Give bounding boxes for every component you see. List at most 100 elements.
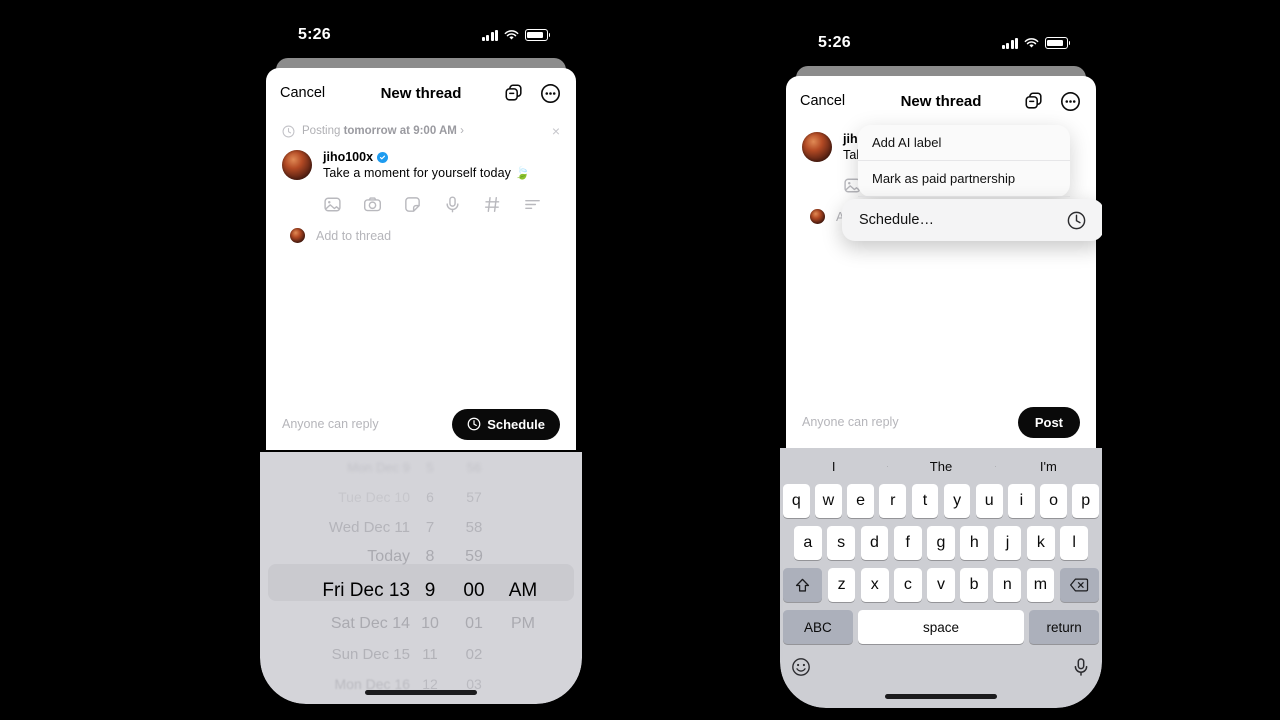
picker-hour: 11 <box>422 645 438 663</box>
hashtag-icon[interactable] <box>483 195 502 214</box>
picker-hour: 9 <box>424 579 436 601</box>
wifi-icon <box>504 29 519 39</box>
picker-date: Tue Dec 10 <box>338 489 410 505</box>
menu-item-schedule[interactable]: Schedule… <box>842 199 1102 241</box>
more-circle-icon[interactable] <box>538 81 562 105</box>
picker-row[interactable]: Tue Dec 17 1 04 <box>260 699 582 704</box>
key-x[interactable]: x <box>860 568 889 602</box>
return-key[interactable]: return <box>1029 610 1099 644</box>
menu-item-add-ai-label[interactable]: Add AI label <box>858 125 1070 161</box>
compose-username-row: jiho100x <box>323 150 560 164</box>
picker-row[interactable]: Sat Dec 14 10 01 PM <box>260 609 582 639</box>
stacked-cards-icon[interactable] <box>502 81 526 105</box>
status-indicators <box>1001 37 1071 49</box>
picker-row[interactable]: Mon Dec 9 5 56 <box>260 452 582 482</box>
key-f[interactable]: f <box>893 526 922 560</box>
key-n[interactable]: n <box>993 568 1022 602</box>
cancel-button[interactable]: Cancel <box>280 85 325 101</box>
phone-right-screen: 5:26 Cancel New thread Take Anyone can r… <box>780 20 1102 708</box>
shift-icon[interactable] <box>783 568 823 602</box>
picker-hour: 5 <box>426 459 434 475</box>
composer-rail <box>282 150 312 214</box>
keyboard-row-1: q w e r t y u i o p <box>780 484 1102 518</box>
key-w[interactable]: w <box>815 484 842 518</box>
abc-key[interactable]: ABC <box>783 610 853 644</box>
camera-icon[interactable] <box>363 195 382 214</box>
key-r[interactable]: r <box>879 484 907 518</box>
poll-icon[interactable] <box>523 195 542 214</box>
schedule-button-label: Schedule <box>487 416 545 432</box>
picker-rows: Mon Dec 9 5 56 Tue Dec 10 6 57 Wed Dec 1… <box>260 452 582 704</box>
backspace-icon[interactable] <box>1059 568 1099 602</box>
key-e[interactable]: e <box>847 484 874 518</box>
reply-audience-label[interactable]: Anyone can reply <box>282 417 379 431</box>
prediction-3[interactable]: I'm <box>994 459 1102 474</box>
key-u[interactable]: u <box>975 484 1003 518</box>
compose-text[interactable]: Take a moment for yourself today 🍃 <box>323 166 560 181</box>
key-z[interactable]: z <box>827 568 856 602</box>
sticker-icon[interactable] <box>403 195 422 214</box>
close-icon[interactable]: × <box>552 124 560 138</box>
scheduled-post-banner[interactable]: Posting tomorrow at 9:00 AM › × <box>266 118 576 144</box>
sheet-stack-right: Cancel New thread Take Anyone can reply … <box>780 66 1102 448</box>
clock-icon <box>467 417 481 431</box>
picker-row[interactable]: Tue Dec 10 6 57 <box>260 482 582 512</box>
space-key[interactable]: space <box>858 610 1024 644</box>
key-s[interactable]: s <box>827 526 856 560</box>
emoji-icon[interactable] <box>790 656 812 678</box>
picker-row[interactable]: Wed Dec 11 7 58 <box>260 512 582 542</box>
key-m[interactable]: m <box>1026 568 1055 602</box>
picker-row[interactable]: Today 8 59 <box>260 542 582 572</box>
reply-audience-label[interactable]: Anyone can reply <box>802 415 899 429</box>
banner-prefix: Posting <box>302 125 344 137</box>
key-g[interactable]: g <box>927 526 955 560</box>
menu-item-label: Schedule… <box>859 212 934 228</box>
banner-text: Posting tomorrow at 9:00 AM › <box>302 125 464 137</box>
picker-minute: 57 <box>466 489 482 505</box>
status-bar-right: 5:26 <box>780 20 1102 66</box>
more-circle-icon[interactable] <box>1058 89 1082 113</box>
status-indicators <box>481 29 551 41</box>
composer-rail <box>802 132 832 195</box>
key-v[interactable]: v <box>927 568 955 602</box>
key-d[interactable]: d <box>860 526 889 560</box>
username: jiho100x <box>323 150 374 164</box>
image-icon[interactable] <box>323 195 342 214</box>
post-button[interactable]: Post <box>1017 406 1080 438</box>
avatar <box>290 228 305 243</box>
key-l[interactable]: l <box>1060 526 1089 560</box>
picker-ampm: AM <box>508 579 538 601</box>
picker-row-selected[interactable]: Fri Dec 13 9 00 AM <box>260 572 582 609</box>
schedule-button[interactable]: Schedule <box>452 408 560 440</box>
key-o[interactable]: o <box>1040 484 1067 518</box>
stacked-cards-icon[interactable] <box>1022 89 1046 113</box>
microphone-icon[interactable] <box>443 195 462 214</box>
onscreen-keyboard: I The I'm q w e r t y u i o p a s d f g … <box>780 448 1102 708</box>
key-b[interactable]: b <box>960 568 988 602</box>
menu-item-paid-partnership[interactable]: Mark as paid partnership <box>858 161 1070 197</box>
add-to-thread-row[interactable]: Add to thread <box>266 214 576 243</box>
key-q[interactable]: q <box>782 484 810 518</box>
picker-row[interactable]: Sun Dec 15 11 02 <box>260 639 582 669</box>
avatar <box>282 150 312 180</box>
microphone-icon[interactable] <box>1070 656 1092 678</box>
prediction-1[interactable]: I <box>780 459 887 474</box>
picker-minute: 56 <box>466 459 482 475</box>
screenshot-stage: 5:26 Cancel New thread Posting tomorrow … <box>0 0 1280 720</box>
key-j[interactable]: j <box>993 526 1022 560</box>
key-p[interactable]: p <box>1072 484 1100 518</box>
picker-date: Sat Dec 14 <box>330 615 410 632</box>
key-t[interactable]: t <box>911 484 939 518</box>
key-y[interactable]: y <box>943 484 971 518</box>
picker-date: Sun Dec 15 <box>331 645 410 663</box>
cancel-button[interactable]: Cancel <box>800 93 845 109</box>
key-k[interactable]: k <box>1026 526 1055 560</box>
datetime-picker[interactable]: Mon Dec 9 5 56 Tue Dec 10 6 57 Wed Dec 1… <box>260 452 582 704</box>
home-indicator <box>885 694 997 699</box>
key-a[interactable]: a <box>793 526 822 560</box>
prediction-2[interactable]: The <box>887 459 994 474</box>
key-i[interactable]: i <box>1008 484 1035 518</box>
composer-left: jiho100x Take a moment for yourself toda… <box>266 144 576 214</box>
key-c[interactable]: c <box>894 568 922 602</box>
key-h[interactable]: h <box>960 526 989 560</box>
